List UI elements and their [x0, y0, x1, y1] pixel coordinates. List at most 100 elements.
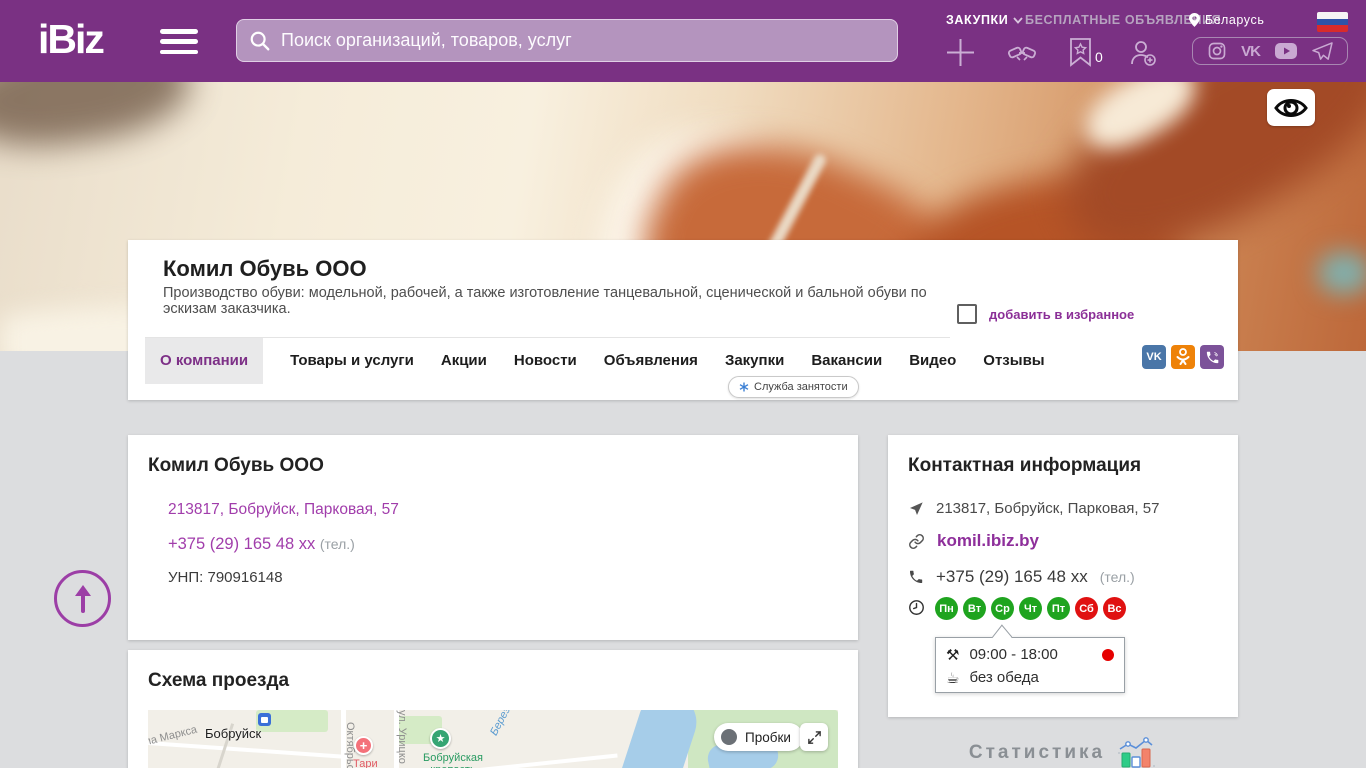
header-social-links: VK — [1192, 37, 1348, 65]
contact-card-title: Контактная информация — [908, 455, 1141, 477]
contact-phone[interactable]: +375 (29) 165 48 xx — [936, 567, 1088, 587]
favorites-bookmark-icon[interactable]: 0 — [1068, 37, 1103, 67]
employment-service-label: Служба занятости — [754, 381, 848, 393]
register-user-icon[interactable] — [1128, 38, 1158, 68]
map-poi-label-line: Бобруйская — [410, 752, 496, 764]
search-bar — [236, 19, 898, 62]
map-train-station-icon — [258, 713, 271, 726]
favorites-count: 0 — [1095, 49, 1103, 65]
company-info-card: Комил Обувь ООО 213817, Бобруйск, Парков… — [128, 435, 858, 640]
chart-icon — [1115, 736, 1157, 768]
tab-vacancies[interactable]: Вакансии — [811, 352, 882, 369]
accessibility-version-button[interactable] — [1267, 89, 1315, 126]
map-marker-fortress[interactable]: ★ — [430, 728, 451, 749]
share-vk-button[interactable]: VK — [1142, 345, 1166, 369]
closed-now-indicator — [1102, 649, 1114, 661]
company-card: Комил Обувь ООО Производство обуви: моде… — [128, 240, 1238, 400]
instagram-icon[interactable] — [1207, 41, 1227, 61]
location-pin-icon — [1189, 13, 1200, 27]
day-wednesday[interactable]: Ср — [991, 597, 1014, 620]
day-sunday[interactable]: Вс — [1103, 597, 1126, 620]
nav-procurement[interactable]: ЗАКУПКИ — [946, 13, 1023, 27]
map-street-label: ул. Урицко — [396, 710, 408, 764]
day-thursday[interactable]: Чт — [1019, 597, 1042, 620]
map-poi-label: Бобруйская крепость — [410, 752, 496, 768]
tab-about[interactable]: О компании — [145, 338, 263, 384]
coffee-cup-icon: ☕ — [946, 669, 959, 687]
schedule-hours: 09:00 - 18:00 — [969, 646, 1057, 663]
traffic-light-icon — [721, 729, 737, 745]
tab-reviews[interactable]: Отзывы — [983, 352, 1044, 369]
nav-procurement-label: ЗАКУПКИ — [946, 13, 1008, 27]
phone-note: (тел.) — [320, 536, 355, 552]
schedule-hours-row: ⚒ 09:00 - 18:00 — [946, 643, 1114, 666]
statistics-section: Статистика — [888, 736, 1238, 768]
telegram-icon[interactable] — [1312, 42, 1333, 61]
map-poi-label: Тари — [353, 758, 378, 768]
company-title: Комил Обувь ООО — [163, 256, 367, 282]
schedule-lunch-row: ☕ без обеда — [946, 666, 1114, 689]
company-address-link[interactable]: 213817, Бобруйск, Парковая, 57 — [168, 501, 399, 519]
day-saturday[interactable]: Сб — [1075, 597, 1098, 620]
hero-photo-shape — [0, 82, 196, 158]
tab-ads[interactable]: Объявления — [604, 352, 698, 369]
contact-phone-note: (тел.) — [1100, 569, 1135, 585]
traffic-toggle-button[interactable]: Пробки — [714, 723, 803, 751]
city-map[interactable]: Бобруйск ла Маркса Октябрьс ул. Урицко +… — [148, 710, 838, 768]
map-road — [148, 741, 348, 759]
map-river — [590, 710, 704, 768]
share-viber-button[interactable] — [1200, 345, 1224, 369]
top-header: iBiz ЗАКУПКИ БЕСПЛАТНЫЕ ОБЪЯВЛЕНИЯ Белар… — [0, 0, 1366, 82]
phone-number: +375 (29) 165 48 xx — [168, 535, 315, 553]
tab-procurement[interactable]: Закупки — [725, 352, 784, 369]
employment-asterisk-icon — [739, 382, 749, 392]
tab-promos[interactable]: Акции — [441, 352, 487, 369]
map-poi-label-line: крепость — [410, 764, 496, 768]
work-tools-icon: ⚒ — [946, 646, 959, 664]
contact-phone-row: +375 (29) 165 48 xx (тел.) — [908, 567, 1135, 587]
navigation-arrow-icon — [908, 501, 924, 517]
chevron-down-icon — [1013, 17, 1023, 24]
partners-handshake-icon[interactable] — [1006, 40, 1038, 66]
youtube-icon[interactable] — [1274, 42, 1298, 60]
company-description: Производство обуви: модельной, рабочей, … — [163, 285, 953, 317]
info-card-title: Комил Обувь ООО — [148, 455, 324, 477]
schedule-clock-row — [908, 599, 925, 616]
nav-country-label: Беларусь — [1205, 13, 1264, 27]
menu-burger-icon[interactable] — [160, 29, 198, 54]
map-fullscreen-button[interactable] — [800, 723, 828, 751]
site-logo[interactable]: iBiz — [38, 16, 103, 63]
schedule-tooltip: ⚒ 09:00 - 18:00 ☕ без обеда — [935, 637, 1125, 693]
add-to-favorites[interactable]: добавить в избранное — [957, 304, 1134, 324]
add-button[interactable] — [944, 36, 977, 69]
company-phone-link[interactable]: +375 (29) 165 48 xx (тел.) — [168, 535, 355, 554]
schedule-lunch: без обеда — [969, 669, 1038, 686]
page: iBiz ЗАКУПКИ БЕСПЛАТНЫЕ ОБЪЯВЛЕНИЯ Белар… — [0, 0, 1366, 768]
link-icon — [908, 533, 925, 550]
map-card-title: Схема проезда — [148, 670, 289, 692]
favorite-checkbox[interactable] — [957, 304, 977, 324]
day-monday[interactable]: Пн — [935, 597, 958, 620]
share-ok-button[interactable] — [1171, 345, 1195, 369]
tab-news[interactable]: Новости — [514, 352, 577, 369]
day-friday[interactable]: Пт — [1047, 597, 1070, 620]
contact-address-row: 213817, Бобруйск, Парковая, 57 — [908, 500, 1159, 517]
nav-country[interactable]: Беларусь — [1189, 13, 1264, 27]
language-flag-russia[interactable] — [1317, 12, 1348, 32]
company-unp: УНП: 790916148 — [168, 569, 283, 586]
day-tuesday[interactable]: Вт — [963, 597, 986, 620]
vk-icon[interactable]: VK — [1241, 43, 1260, 60]
search-input[interactable] — [281, 30, 885, 51]
map-city-label: Бобруйск — [205, 726, 261, 741]
map-river-label: Березина — [488, 710, 522, 738]
clock-icon — [908, 599, 925, 616]
tab-products[interactable]: Товары и услуги — [290, 352, 414, 369]
contact-website-row: komil.ibiz.by — [908, 531, 1039, 551]
work-days: Пн Вт Ср Чт Пт Сб Вс — [935, 597, 1126, 620]
favorite-label: добавить в избранное — [989, 307, 1134, 322]
employment-service-badge[interactable]: Служба занятости — [728, 376, 859, 398]
scroll-to-top-button[interactable] — [54, 570, 111, 627]
tab-video[interactable]: Видео — [909, 352, 956, 369]
contact-website-link[interactable]: komil.ibiz.by — [937, 531, 1039, 551]
map-marker-medical[interactable]: + — [354, 736, 373, 755]
